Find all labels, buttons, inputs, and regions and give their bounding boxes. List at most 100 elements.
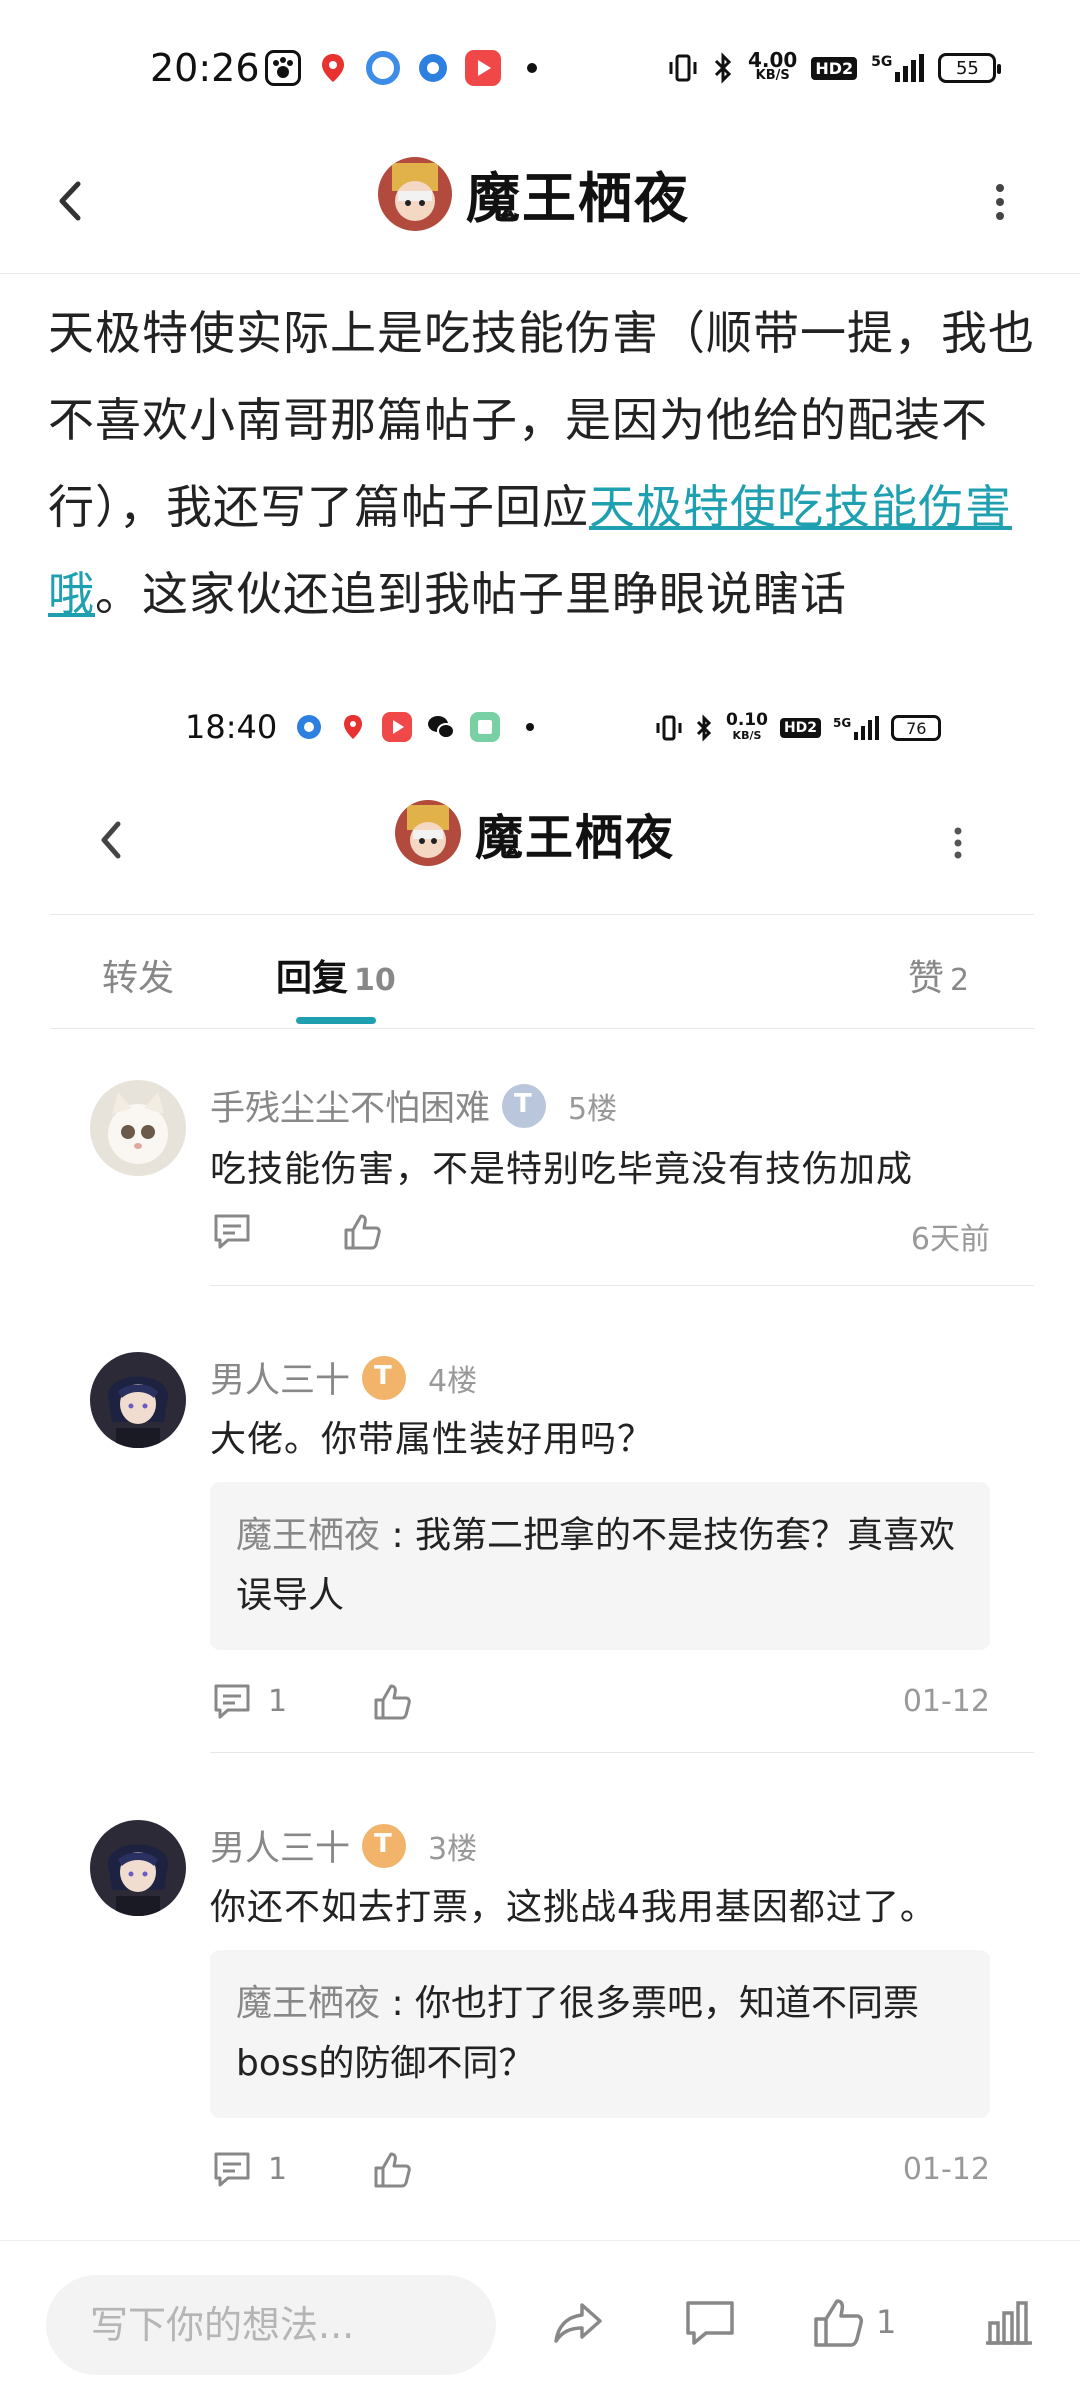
speed-value: 4.00 xyxy=(748,48,798,72)
level-badge-icon: T xyxy=(362,1355,407,1400)
hd-voice-badge: HD2 xyxy=(779,718,822,738)
status-system-icons: 4.00 KB/S HD2 5G 55 xyxy=(668,48,1002,84)
back-arrow-icon[interactable] xyxy=(46,166,106,236)
map-pin-app-icon xyxy=(338,712,368,742)
tab-replies-label: 回复 xyxy=(276,958,349,999)
back-arrow-icon[interactable] xyxy=(88,810,138,870)
bottom-action-bar: 1 xyxy=(0,2240,1080,2400)
reply-author[interactable]: 男人三十 xyxy=(210,1820,350,1871)
badge-letter: T xyxy=(374,1360,392,1391)
vibrate-icon xyxy=(656,715,682,741)
signal-5g-icon: 5G xyxy=(871,54,925,82)
comment-icon[interactable] xyxy=(210,1210,254,1254)
status-notification-icons xyxy=(265,50,537,86)
more-options-icon[interactable] xyxy=(946,818,970,868)
post-tabs: 转发 回复 10 赞2 xyxy=(50,915,1034,1029)
status-bar: 20:26 4.00 KB/S HD2 5G 55 xyxy=(0,0,1080,140)
inner-nav-bar: 魔王栖夜 xyxy=(50,780,1034,915)
comment-count: 1 xyxy=(268,1684,288,1719)
wechat-icon xyxy=(426,712,456,742)
browser-app-icon xyxy=(365,50,401,86)
reply-header: 男人三十 T 4楼 xyxy=(210,1352,477,1403)
blue-dot-app-icon xyxy=(294,712,324,742)
divider xyxy=(210,1285,1034,1286)
avatar[interactable] xyxy=(378,156,452,231)
more-notifications-dot xyxy=(527,63,537,73)
like-count: 1 xyxy=(876,2303,897,2341)
reply-time: 01-12 xyxy=(902,2152,990,2187)
like-icon[interactable] xyxy=(340,1210,384,1254)
avatar[interactable] xyxy=(395,800,461,866)
reply-text: 你还不如去打票，这挑战4我用基因都过了。 xyxy=(210,1887,937,1928)
video-app-icon xyxy=(465,50,501,86)
network-speed: 4.00 KB/S xyxy=(748,48,798,84)
level-badge-icon: T xyxy=(502,1083,547,1128)
avatar[interactable] xyxy=(90,1820,186,1916)
quote-author[interactable]: 魔王栖夜 xyxy=(236,1983,380,2024)
reply-actions: 1 01-12 xyxy=(210,2148,990,2198)
tab-repost[interactable]: 转发 xyxy=(102,949,174,1001)
map-pin-app-icon xyxy=(315,50,351,86)
inner-notification-icons xyxy=(294,712,534,742)
title-user[interactable]: 魔王栖夜 xyxy=(378,154,690,233)
quote-author[interactable]: 魔王栖夜 xyxy=(236,1515,380,1556)
inner-status-time: 18:40 xyxy=(185,708,278,746)
reply-text: 大佬。你带属性装好用吗？ xyxy=(210,1419,655,1460)
reply-text: 吃技能伤害，不是特别吃毕竟没有技伤加成 xyxy=(210,1149,914,1190)
avatar[interactable] xyxy=(90,1352,186,1448)
inner-page-title: 魔王栖夜 xyxy=(475,810,676,866)
paw-app-icon xyxy=(265,50,301,86)
inner-speed-value: 0.10 xyxy=(726,710,768,730)
page-title: 魔王栖夜 xyxy=(466,167,690,230)
green-app-icon xyxy=(470,712,500,742)
comment-icon[interactable] xyxy=(210,1680,254,1724)
reply-actions: 1 01-12 xyxy=(210,1680,990,1730)
inner-status-bar: 18:40 0.10 KB/S HD2 5G 76 xyxy=(0,680,1080,780)
post-body: 天极特使实际上是吃技能伤害（顺带一提，我也不喜欢小南哥那篇帖子，是因为他给的配装… xyxy=(48,290,1048,638)
tab-likes[interactable]: 赞2 xyxy=(908,949,969,1001)
reply-author[interactable]: 手残尘尘不怕困难 xyxy=(210,1080,490,1131)
status-time: 20:26 xyxy=(150,46,260,90)
reply-time: 01-12 xyxy=(902,1684,990,1719)
level-badge-icon: T xyxy=(362,1823,407,1868)
tab-replies-count: 10 xyxy=(354,963,396,998)
more-notifications-dot xyxy=(526,723,534,731)
signal-5g-icon: 5G xyxy=(833,716,880,740)
inner-speed-unit: KB/S xyxy=(732,729,762,742)
inner-battery-level: 76 xyxy=(906,718,927,738)
inner-signal-label: 5G xyxy=(833,716,852,730)
embedded-screenshot: 18:40 0.10 KB/S HD2 5G 76 魔王栖夜 转发 回复 10 … xyxy=(0,680,1080,2240)
like-icon[interactable] xyxy=(808,2293,868,2353)
share-icon[interactable] xyxy=(548,2293,608,2353)
stats-icon[interactable] xyxy=(978,2293,1038,2353)
quoted-reply[interactable]: 魔王栖夜 : 我第二把拿的不是技伤套？真喜欢误导人 xyxy=(210,1482,990,1650)
reply-author[interactable]: 男人三十 xyxy=(210,1352,350,1403)
inner-title-user[interactable]: 魔王栖夜 xyxy=(395,798,675,868)
badge-letter: T xyxy=(514,1088,532,1119)
reply-floor: 4楼 xyxy=(428,1363,478,1399)
tab-likes-label: 赞 xyxy=(908,958,945,999)
reply-actions: 6天前 xyxy=(210,1210,990,1260)
comment-input-container[interactable] xyxy=(46,2275,496,2375)
vibrate-icon xyxy=(669,54,697,82)
hd-voice-badge: HD2 xyxy=(811,56,858,80)
inner-system-icons: 0.10 KB/S HD2 5G 76 xyxy=(656,710,942,744)
comment-input[interactable] xyxy=(46,2275,496,2375)
comment-count: 1 xyxy=(268,2152,288,2187)
reply-floor: 5楼 xyxy=(568,1091,618,1127)
like-icon[interactable] xyxy=(370,2148,414,2192)
tab-replies[interactable]: 回复 10 xyxy=(276,949,396,1001)
tab-likes-count: 2 xyxy=(950,963,970,998)
reply-header: 手残尘尘不怕困难 T 5楼 xyxy=(210,1080,617,1131)
comment-icon[interactable] xyxy=(680,2293,740,2353)
signal-label: 5G xyxy=(871,54,893,70)
like-icon[interactable] xyxy=(370,1680,414,1724)
avatar[interactable] xyxy=(90,1080,186,1176)
quoted-reply[interactable]: 魔王栖夜 : 你也打了很多票吧，知道不同票boss的防御不同？ xyxy=(210,1950,990,2118)
divider xyxy=(210,1752,1034,1753)
battery-level: 55 xyxy=(955,57,979,79)
badge-letter: T xyxy=(374,1828,392,1859)
comment-icon[interactable] xyxy=(210,2148,254,2192)
more-options-icon[interactable] xyxy=(985,172,1015,232)
post-text-part2: 。这家伙还追到我帖子里睁眼说瞎话 xyxy=(95,567,847,621)
